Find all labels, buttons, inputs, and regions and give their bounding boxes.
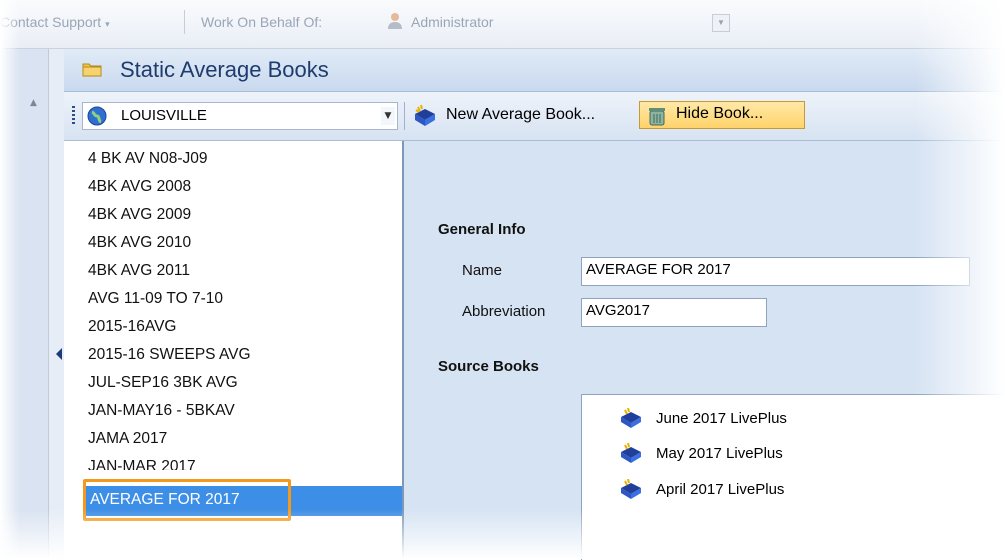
station-select[interactable]: LOUISVILLE ▼ <box>82 102 398 130</box>
general-info-heading: General Info <box>438 221 526 238</box>
collapse-arrow-icon[interactable] <box>56 348 62 360</box>
toolbar-grip[interactable] <box>72 106 75 126</box>
user-icon <box>387 12 403 33</box>
highlight-box <box>83 479 291 521</box>
abbreviation-field[interactable]: AVG2017 <box>581 298 767 327</box>
user-select[interactable]: Administrator <box>411 14 493 30</box>
list-item[interactable]: 4 BK AV N08-J09 <box>88 150 207 168</box>
list-item[interactable]: 2015-16 SWEEPS AVG <box>88 346 251 364</box>
source-book-label: May 2017 LivePlus <box>656 445 783 462</box>
book-add-icon <box>412 104 438 128</box>
globe-icon <box>87 106 107 126</box>
list-item[interactable]: 4BK AVG 2010 <box>88 234 191 252</box>
hide-book-label: Hide Book... <box>676 105 764 122</box>
list-item[interactable]: AVG 11-09 TO 7-10 <box>88 290 223 308</box>
top-bar: Contact Support ▾ Work On Behalf Of: Adm… <box>0 0 1005 49</box>
toolbar: LOUISVILLE ▼ New Average Book... Hide Bo… <box>64 92 1005 141</box>
hide-book-button[interactable]: Hide Book... <box>639 101 805 129</box>
book-icon <box>620 478 642 499</box>
trash-icon <box>646 105 668 127</box>
source-book-label: April 2017 LivePlus <box>656 481 785 498</box>
scroll-up-icon[interactable]: ▲ <box>30 98 42 110</box>
contact-support-label: Contact Support <box>0 14 102 30</box>
source-books-list[interactable]: June 2017 LivePlus May 2017 LivePlus Apr… <box>581 394 1005 560</box>
panel-header: Static Average Books <box>64 49 1005 92</box>
list-item[interactable]: JAN-MAY16 - 5BKAV <box>88 402 235 420</box>
station-value: LOUISVILLE <box>121 107 207 124</box>
list-item[interactable]: 4BK AVG 2008 <box>88 178 191 196</box>
page-title: Static Average Books <box>120 57 329 82</box>
book-icon <box>620 407 642 428</box>
user-dropdown-arrow[interactable]: ▼ <box>712 14 730 32</box>
divider <box>404 102 405 130</box>
name-label: Name <box>462 262 503 279</box>
new-average-book-label: New Average Book... <box>446 106 596 123</box>
list-item[interactable]: 2015-16AVG <box>88 318 176 336</box>
folder-icon <box>82 61 102 77</box>
abbreviation-label: Abbreviation <box>462 303 546 320</box>
list-item[interactable]: JAN-MAR 2017 <box>88 458 196 470</box>
name-field[interactable]: AVERAGE FOR 2017 <box>581 257 970 286</box>
source-books-heading: Source Books <box>438 358 539 375</box>
chevron-down-icon: ▾ <box>105 19 110 29</box>
list-item[interactable]: 4BK AVG 2011 <box>88 262 190 280</box>
book-details-panel: General Info Name AVERAGE FOR 2017 Abbre… <box>404 141 1005 560</box>
splitter[interactable] <box>48 49 65 559</box>
source-book-label: June 2017 LivePlus <box>656 410 787 427</box>
work-on-behalf-label: Work On Behalf Of: <box>201 14 323 30</box>
list-item[interactable]: 4BK AVG 2009 <box>88 206 191 224</box>
list-item[interactable]: JAMA 2017 <box>88 430 167 448</box>
divider <box>184 10 185 34</box>
book-icon <box>620 442 642 463</box>
list-item[interactable]: JUL-SEP16 3BK AVG <box>88 374 238 392</box>
chevron-down-icon[interactable]: ▼ <box>381 107 395 125</box>
contact-support-menu[interactable]: Contact Support ▾ <box>0 14 110 30</box>
navigation-pane <box>0 49 48 559</box>
